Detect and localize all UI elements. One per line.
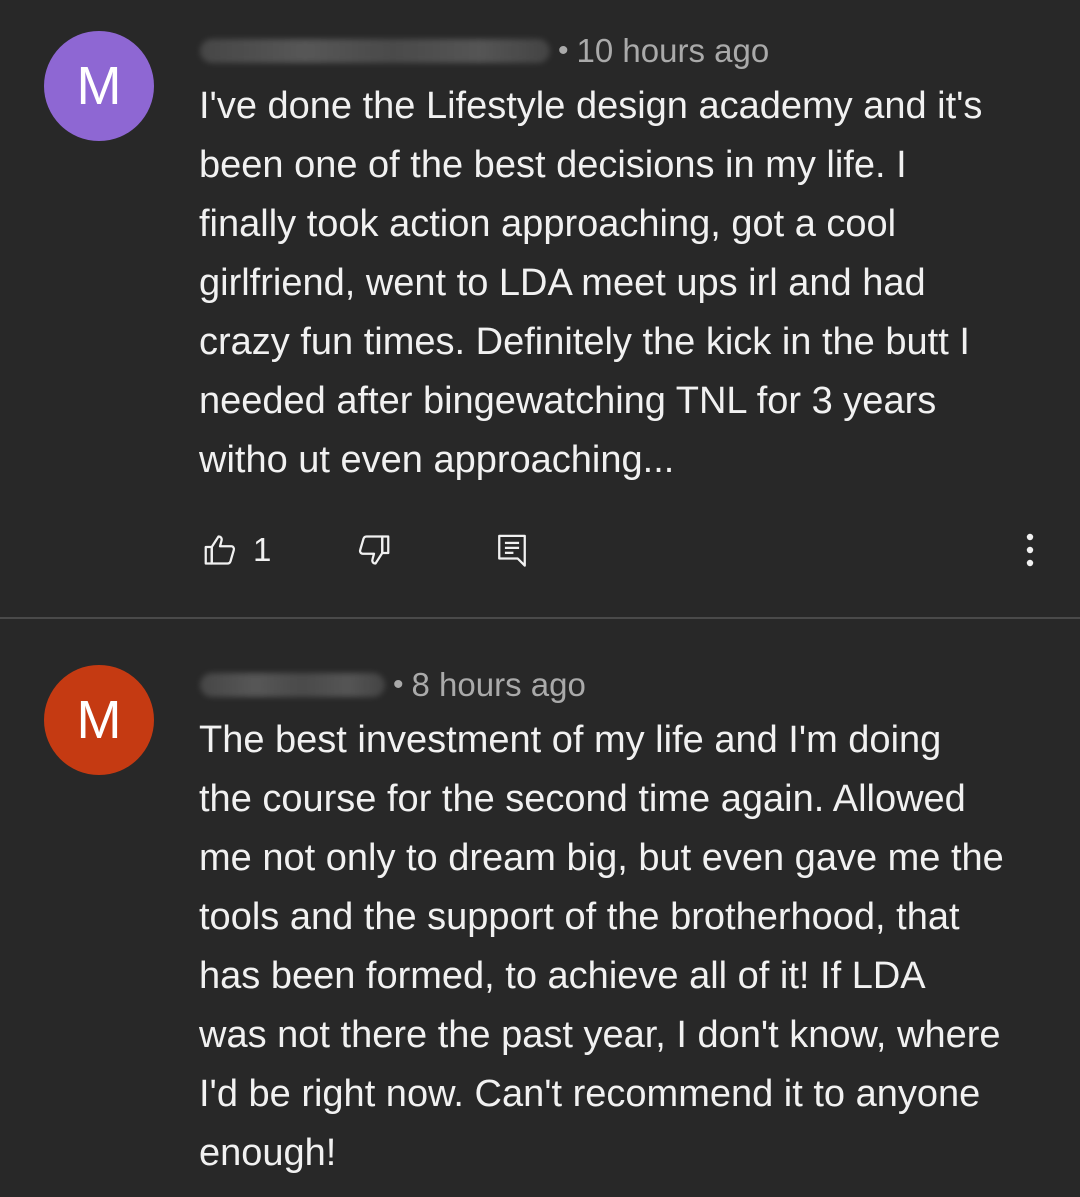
comment-header: • 10 hours ago [200, 31, 769, 71]
thumbs-up-icon[interactable] [200, 528, 240, 572]
comment-text: The best investment of my life and I'm d… [199, 719, 1004, 1174]
thumbs-down-icon[interactable] [354, 528, 394, 572]
comment-header: • 8 hours ago [200, 665, 586, 705]
separator-dot: • [558, 34, 569, 67]
author-name-blurred[interactable] [200, 673, 385, 697]
more-vertical-icon[interactable] [1015, 528, 1045, 572]
comment-thread-item: M • 10 hours ago I've done the Lifestyle… [0, 0, 1080, 617]
avatar[interactable]: M [44, 665, 154, 775]
like-count: 1 [253, 531, 272, 568]
comment-timestamp[interactable]: 10 hours ago [577, 32, 770, 70]
reply-icon[interactable] [492, 528, 532, 572]
avatar-letter: M [76, 56, 122, 116]
comment-thread-item: M • 8 hours ago The best investment of m… [0, 619, 1080, 1197]
avatar-letter: M [76, 690, 122, 750]
separator-dot: • [393, 668, 404, 701]
avatar[interactable]: M [44, 31, 154, 141]
comment-timestamp[interactable]: 8 hours ago [412, 666, 586, 704]
comment-action-bar: 1 [200, 528, 1050, 572]
comment-text: I've done the Lifestyle design academy a… [199, 85, 983, 481]
author-name-blurred[interactable] [200, 39, 550, 63]
